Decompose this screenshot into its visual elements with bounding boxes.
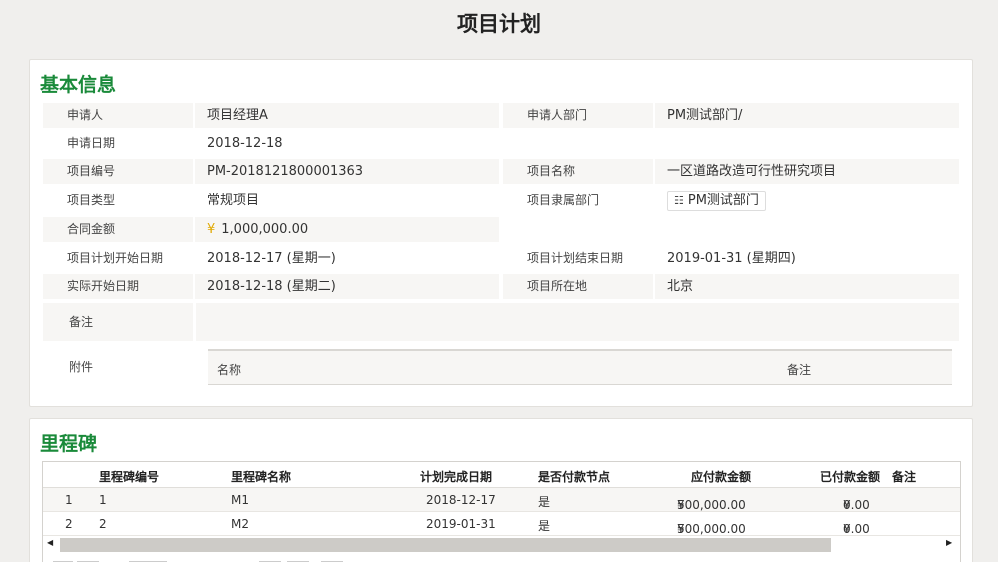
col-remark[interactable]: 备注 — [892, 468, 916, 485]
plan-start-value: 2018-12-17 (星期一) — [207, 251, 336, 266]
project-name-value: 一区道路改造可行性研究项目 — [655, 159, 959, 184]
row-index: 1 — [65, 493, 73, 507]
apply-date-value: 2018-12-18 — [207, 136, 283, 151]
remark-value — [196, 303, 959, 341]
contract-amount-label: 合同金额 — [43, 217, 193, 242]
row-actual-start: 实际开始日期 2018-12-18 (星期二) 项目所在地 北京 — [43, 274, 959, 299]
milestone-title: 里程碑 — [40, 433, 98, 455]
col-due-date[interactable]: 计划完成日期 — [420, 468, 492, 485]
currency-icon: ¥ — [207, 222, 216, 237]
cell-milestone-no: 2 — [99, 517, 107, 531]
cell-milestone-no: 1 — [99, 493, 107, 507]
scroll-thumb[interactable] — [60, 538, 831, 552]
row-index: 2 — [65, 517, 73, 531]
cell-is-payment: 是 — [538, 495, 551, 509]
col-milestone-no[interactable]: 里程碑编号 — [99, 468, 159, 485]
attachment-table: 名称 备注 — [208, 349, 952, 385]
attachment-col-name: 名称 — [217, 363, 242, 377]
plan-start-label: 项目计划开始日期 — [67, 251, 164, 265]
plan-end-value: 2019-01-31 (星期四) — [667, 251, 796, 266]
project-type-value: 常规项目 — [207, 193, 260, 208]
plan-end-label: 项目计划结束日期 — [527, 251, 624, 265]
project-no-label: 项目编号 — [43, 159, 193, 184]
col-milestone-name[interactable]: 里程碑名称 — [231, 468, 291, 485]
project-dept-tag[interactable]: ☷ PM测试部门 — [667, 191, 766, 211]
row-apply-date: 申请日期 2018-12-18 — [43, 131, 959, 156]
scroll-right-icon[interactable]: ▶ — [946, 538, 952, 547]
project-dept-cell: ☷ PM测试部门 — [655, 188, 959, 213]
col-paid[interactable]: 已付款金额 — [820, 468, 880, 485]
project-name-label: 项目名称 — [503, 159, 653, 184]
cell-milestone-name: M2 — [231, 517, 249, 531]
row-applicant: 申请人 项目经理A 申请人部门 PM测试部门/ — [43, 103, 959, 128]
col-is-payment[interactable]: 是否付款节点 — [538, 468, 610, 485]
location-value: 北京 — [655, 274, 959, 299]
attachment-label: 附件 — [69, 360, 94, 374]
applicant-dept-value: PM测试部门/ — [655, 103, 959, 128]
cell-due-date: 2019-01-31 — [426, 517, 496, 531]
milestone-grid-header: 里程碑编号 里程碑名称 计划完成日期 是否付款节点 应付款金额 已付款金额 备注 — [43, 462, 960, 488]
row-contract-amount: 合同金额 ¥1,000,000.00 — [43, 217, 959, 242]
basic-info-panel: 基本信息 申请人 项目经理A 申请人部门 PM测试部门/ 申请日期 2018-1… — [29, 59, 973, 407]
applicant-dept-label: 申请人部门 — [503, 103, 653, 128]
remark-label: 备注 — [43, 303, 193, 341]
milestone-grid: 里程碑编号 里程碑名称 计划完成日期 是否付款节点 应付款金额 已付款金额 备注… — [42, 461, 961, 562]
row-project-type: 项目类型 常规项目 项目隶属部门 ☷ PM测试部门 — [43, 188, 959, 213]
applicant-value: 项目经理A — [195, 103, 499, 128]
horizontal-scrollbar[interactable]: ◀ ▶ — [43, 537, 960, 553]
row-remark: 备注 — [43, 303, 959, 341]
actual-start-label: 实际开始日期 — [43, 274, 193, 299]
basic-info-title: 基本信息 — [40, 74, 117, 96]
apply-date-label: 申请日期 — [67, 136, 116, 150]
org-chart-icon: ☷ — [674, 194, 684, 207]
contract-amount-value: 1,000,000.00 — [221, 222, 309, 237]
applicant-label: 申请人 — [43, 103, 193, 128]
project-dept-value: PM测试部门 — [687, 193, 759, 208]
cell-milestone-name: M1 — [231, 493, 249, 507]
table-row[interactable]: 1 1 M1 2018-12-17 是 ¥500,000.00 ¥0.00 — [43, 488, 960, 512]
row-plan-dates: 项目计划开始日期 2018-12-17 (星期一) 项目计划结束日期 2019-… — [43, 246, 959, 271]
actual-start-value: 2018-12-18 (星期二) — [195, 274, 499, 299]
cell-due-date: 2018-12-17 — [426, 493, 496, 507]
project-type-label: 项目类型 — [67, 193, 116, 207]
scroll-left-icon[interactable]: ◀ — [47, 538, 53, 547]
col-payable[interactable]: 应付款金额 — [691, 468, 751, 485]
project-dept-label: 项目隶属部门 — [527, 193, 600, 207]
row-project-no: 项目编号 PM-2018121800001363 项目名称 一区道路改造可行性研… — [43, 159, 959, 184]
project-no-value: PM-2018121800001363 — [195, 159, 499, 184]
page-title: 项目计划 — [457, 12, 541, 36]
table-row[interactable]: 2 2 M2 2019-01-31 是 ¥500,000.00 ¥0.00 — [43, 512, 960, 536]
attachment-col-remark: 备注 — [787, 363, 812, 377]
milestone-panel: 里程碑 里程碑编号 里程碑名称 计划完成日期 是否付款节点 应付款金额 已付款金… — [29, 418, 973, 562]
cell-is-payment: 是 — [538, 519, 551, 533]
contract-amount-cell: ¥1,000,000.00 — [195, 217, 499, 242]
location-label: 项目所在地 — [503, 274, 653, 299]
